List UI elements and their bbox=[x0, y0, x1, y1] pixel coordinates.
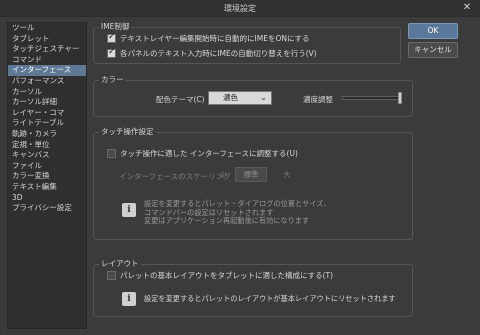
sidebar-item-performance[interactable]: パフォーマンス bbox=[8, 76, 86, 87]
check-icon[interactable] bbox=[107, 32, 116, 43]
sidebar-item-privacy[interactable]: プライバシー設定 bbox=[8, 203, 86, 214]
touch-adjust-checkbox[interactable]: タッチ操作に適した インターフェースに調整する(U) bbox=[107, 148, 298, 159]
sidebar-item-trail-camera[interactable]: 軌跡・カメラ bbox=[8, 129, 86, 140]
color-theme-select[interactable]: 濃色 ⌄ bbox=[208, 91, 272, 105]
sidebar-item-touch-gesture[interactable]: タッチジェスチャー bbox=[8, 44, 86, 55]
color-theme-value: 濃色 bbox=[223, 93, 238, 102]
sidebar-item-canvas[interactable]: キャンバス bbox=[8, 150, 86, 161]
category-list[interactable]: ツール タブレット タッチジェスチャー コマンド インターフェース パフォーマン… bbox=[7, 22, 87, 329]
sidebar-item-light-table[interactable]: ライトテーブル bbox=[8, 118, 86, 129]
layout-tablet-checkbox[interactable]: パレットの基本レイアウトをタブレットに適した構成にする(T) bbox=[107, 270, 333, 281]
ime-auto-switch-label: 各パネルのテキスト入力時にIMEの自動切り替えを行う(V) bbox=[120, 49, 317, 58]
sidebar-item-color-conversion[interactable]: カラー変換 bbox=[8, 171, 86, 182]
cancel-button[interactable]: キャンセル bbox=[408, 42, 458, 58]
ok-button[interactable]: OK bbox=[408, 23, 458, 39]
sidebar-item-cursor[interactable]: カーソル bbox=[8, 87, 86, 98]
scaling-option-standard[interactable]: 標準 bbox=[235, 167, 267, 182]
sidebar-item-cursor-detail[interactable]: カーソル詳細 bbox=[8, 97, 86, 108]
scaling-option-large[interactable]: 大 bbox=[270, 167, 304, 182]
title-bar: 環境設定 ✕ bbox=[0, 0, 480, 17]
sidebar-item-tablet[interactable]: タブレット bbox=[8, 34, 86, 45]
check-icon[interactable] bbox=[107, 47, 116, 58]
info-icon: i bbox=[122, 203, 136, 217]
touch-group-title: タッチ操作設定 bbox=[99, 126, 156, 137]
info-icon: i bbox=[122, 292, 136, 306]
touch-info-line-3: 変更はアプリケーション再起動後に有効になります bbox=[144, 216, 310, 225]
sidebar-item-ruler-unit[interactable]: 定規・単位 bbox=[8, 140, 86, 151]
sidebar-item-3d[interactable]: 3D bbox=[8, 193, 86, 204]
sidebar-item-file[interactable]: ファイル bbox=[8, 161, 86, 172]
chevron-down-icon: ⌄ bbox=[260, 93, 267, 102]
sidebar-item-tool[interactable]: ツール bbox=[8, 23, 86, 34]
layout-info-text: 設定を変更するとパレットのレイアウトが基本レイアウトにリセットされます bbox=[144, 294, 396, 303]
ime-auto-on-checkbox[interactable]: テキストレイヤー編集開始時に自動的にIMEをONにする bbox=[107, 32, 310, 44]
density-label: 濃度調整 bbox=[303, 95, 333, 104]
close-icon[interactable]: ✕ bbox=[460, 1, 474, 15]
ime-auto-switch-checkbox[interactable]: 各パネルのテキスト入力時にIMEの自動切り替えを行う(V) bbox=[107, 47, 317, 59]
sidebar-item-command[interactable]: コマンド bbox=[8, 55, 86, 66]
sidebar-item-interface[interactable]: インターフェース bbox=[8, 65, 86, 76]
checkbox-box[interactable] bbox=[107, 271, 116, 280]
touch-adjust-label: タッチ操作に適した インターフェースに調整する(U) bbox=[120, 149, 298, 158]
density-slider-handle[interactable] bbox=[398, 92, 402, 104]
sidebar-item-text-edit[interactable]: テキスト編集 bbox=[8, 182, 86, 193]
ime-auto-on-label: テキストレイヤー編集開始時に自動的にIMEをONにする bbox=[120, 34, 310, 43]
sidebar-item-layer-frame[interactable]: レイヤー・コマ bbox=[8, 108, 86, 119]
scaling-option-small[interactable]: 小 bbox=[212, 167, 234, 182]
color-theme-label: 配色テーマ(C) bbox=[156, 95, 205, 104]
window-title: 環境設定 bbox=[224, 4, 256, 13]
checkbox-box[interactable] bbox=[107, 149, 116, 158]
layout-group-title: レイアウト bbox=[99, 258, 141, 269]
density-slider[interactable] bbox=[342, 96, 402, 100]
color-group-title: カラー bbox=[99, 74, 126, 85]
touch-info-text: 設定を変更するとパレット・ダイアログの位置とサイズ、 コマンドバーの設定はリセッ… bbox=[144, 199, 331, 226]
layout-tablet-label: パレットの基本レイアウトをタブレットに適した構成にする(T) bbox=[120, 271, 334, 280]
ime-group-title: IME制御 bbox=[99, 21, 132, 32]
